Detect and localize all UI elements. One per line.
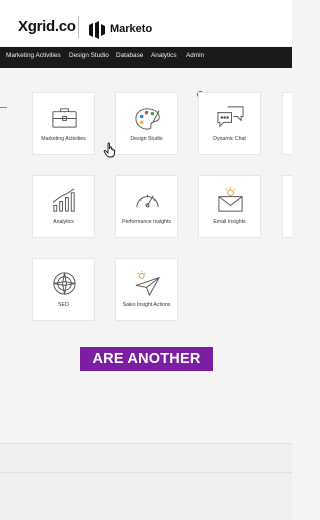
tile-label: Sales Insight Actions [122, 302, 171, 308]
tile-label: Dynamic Chat [213, 136, 246, 142]
tile-label: Performance Insights [121, 219, 171, 225]
tile-label: Analytics [53, 219, 74, 225]
palette-icon [135, 108, 160, 130]
side-tick [0, 107, 7, 108]
logo-divider [78, 16, 79, 38]
tile-email-insights[interactable]: Email Insights [198, 175, 261, 238]
main-nav: Marketing Activities Design Studio Datab… [0, 47, 292, 68]
nav-item-database[interactable]: Database [116, 52, 143, 59]
footer-divider [0, 472, 292, 473]
xgrid-logo: Xgrid.co [18, 18, 76, 35]
nav-item-marketing-activities[interactable]: Marketing Activities [6, 52, 61, 59]
marketo-logo-icon [89, 21, 105, 39]
tile-edge [282, 175, 292, 238]
nav-item-analytics[interactable]: Analytics [151, 52, 177, 59]
hand-cursor-icon [103, 142, 115, 158]
brand-header: Xgrid.co Marketo [0, 0, 292, 46]
nav-item-design-studio[interactable]: Design Studio [69, 52, 109, 59]
paper-plane-icon [135, 270, 161, 297]
tile-marketing-activities[interactable]: Marketing Activities [32, 92, 95, 155]
caption-text: ARE ANOTHER [92, 351, 201, 367]
caption-banner: ARE ANOTHER [80, 347, 213, 371]
tile-sales-insight-actions[interactable]: Sales Insight Actions [115, 258, 178, 321]
gauge-icon [136, 194, 159, 208]
tile-analytics[interactable]: Analytics [32, 175, 95, 238]
tile-dynamic-chat[interactable]: Dynamic Chat [198, 92, 261, 155]
tile-performance-insights[interactable]: Performance Insights [115, 175, 178, 238]
tile-label: SEO [58, 302, 69, 308]
footer-band [0, 443, 292, 520]
tile-edge [282, 92, 292, 155]
briefcase-icon [52, 108, 77, 128]
tile-label: Marketing Activities [41, 136, 86, 142]
marketo-label: Marketo [110, 23, 153, 35]
tile-label: Design Studio [130, 136, 163, 142]
compass-icon [53, 272, 76, 295]
tile-design-studio[interactable]: Design Studio [115, 92, 178, 155]
tile-label: Email Insights [213, 219, 246, 225]
nav-item-admin[interactable]: Admin [186, 52, 204, 59]
chat-bubbles-icon [217, 106, 244, 128]
tile-seo[interactable]: SEO [32, 258, 95, 321]
envelope-icon [218, 186, 243, 212]
bar-chart-icon [52, 188, 75, 212]
